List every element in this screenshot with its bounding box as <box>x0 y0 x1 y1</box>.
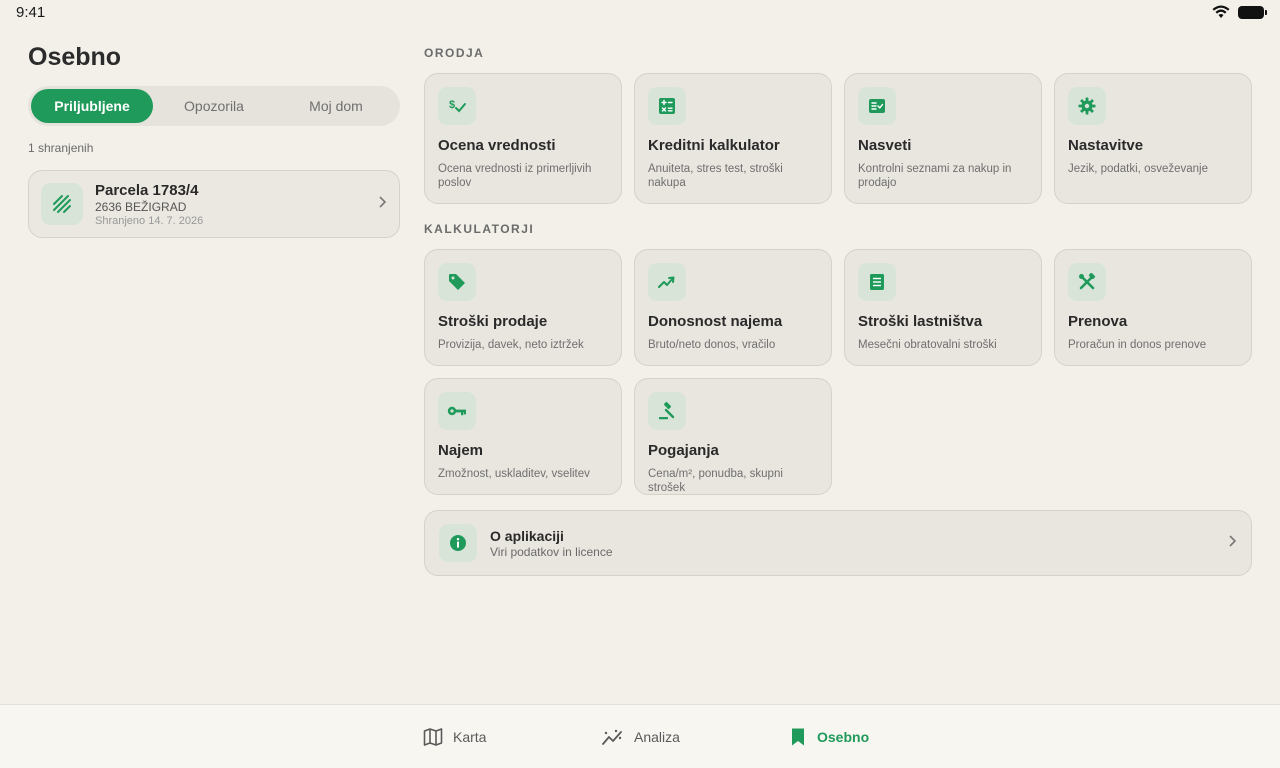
calc-card-subtitle: Zmožnost, uskladitev, vselitev <box>438 468 590 480</box>
nav-item-karta[interactable]: Karta <box>423 705 486 768</box>
parcel-hatch-icon <box>41 183 83 225</box>
receipt-icon <box>858 263 896 301</box>
section-label-tools: ORODJA <box>424 46 485 60</box>
calc-card-subtitle: Cena/m², ponudba, skupni strošek <box>648 468 783 494</box>
calc-card-subtitle: Provizija, davek, neto iztržek <box>438 339 584 351</box>
battery-icon <box>1238 5 1267 19</box>
saved-item-date: Shranjeno 14. 7. 2026 <box>95 214 204 227</box>
saved-item-subtitle: 2636 BEŽIGRAD <box>95 199 187 214</box>
calc-card-title: Donosnost najema <box>648 313 783 330</box>
tool-card-nasveti[interactable]: Nasveti Kontrolni seznami za nakup in pr… <box>844 73 1042 204</box>
calc-card-najem[interactable]: Najem Zmožnost, uskladitev, vselitev <box>424 378 622 495</box>
about-text: O aplikaciji Viri podatkov in licence <box>490 528 1227 559</box>
tools-icon <box>1068 263 1106 301</box>
status-icons <box>1212 5 1267 19</box>
svg-text:$: $ <box>449 99 455 111</box>
tool-card-title: Nasveti <box>858 137 912 154</box>
analytics-icon <box>602 729 622 745</box>
page-title: Osebno <box>28 43 122 71</box>
about-app-row[interactable]: O aplikaciji Viri podatkov in licence <box>424 510 1252 576</box>
tool-card-kreditni-kalkulator[interactable]: Kreditni kalkulator Anuiteta, stres test… <box>634 73 832 204</box>
tool-card-subtitle: Anuiteta, stres test, stroški nakupa <box>648 163 783 189</box>
status-time: 9:41 <box>16 3 46 21</box>
calc-card-stroski-lastnistva[interactable]: Stroški lastništva Mesečni obratovalni s… <box>844 249 1042 366</box>
key-icon <box>438 392 476 430</box>
nav-label-analiza: Analiza <box>634 729 680 745</box>
nav-item-osebno[interactable]: Osebno <box>789 705 869 768</box>
calc-card-title: Pogajanja <box>648 442 719 459</box>
checklist-icon <box>858 87 896 125</box>
tab-moj-dom[interactable]: Moj dom <box>275 89 397 123</box>
saved-count: 1 shranjenih <box>28 141 94 155</box>
chevron-right-icon <box>377 195 387 213</box>
saved-item-title: Parcela 1783/4 <box>95 181 199 199</box>
nav-item-analiza[interactable]: Analiza <box>602 705 680 768</box>
bookmark-icon <box>792 728 804 746</box>
saved-item-card[interactable]: Parcela 1783/4 2636 BEŽIGRAD Shranjeno 1… <box>28 170 400 238</box>
about-title: O aplikaciji <box>490 527 564 544</box>
price-check-icon: $ <box>438 87 476 125</box>
tool-card-title: Ocena vrednosti <box>438 137 556 154</box>
bottom-nav: Karta Analiza Osebno <box>0 704 1280 768</box>
map-icon <box>423 728 443 746</box>
calc-card-title: Stroški prodaje <box>438 313 548 330</box>
tool-card-ocena-vrednosti[interactable]: $ Ocena vrednosti Ocena vrednosti iz pri… <box>424 73 622 204</box>
wifi-icon <box>1212 5 1230 18</box>
calc-card-stroski-prodaje[interactable]: Stroški prodaje Provizija, davek, neto i… <box>424 249 622 366</box>
tab-opozorila[interactable]: Opozorila <box>153 89 275 123</box>
saved-item-text: Parcela 1783/4 2636 BEŽIGRAD Shranjeno 1… <box>95 182 377 227</box>
trend-up-icon <box>648 263 686 301</box>
nav-label-osebno: Osebno <box>817 729 870 745</box>
calc-card-title: Prenova <box>1068 313 1128 330</box>
tool-card-subtitle: Ocena vrednosti iz primerljivih poslov <box>438 163 592 189</box>
tab-priljubljene[interactable]: Priljubljene <box>31 89 153 123</box>
gavel-icon <box>648 392 686 430</box>
calc-card-subtitle: Proračun in donos prenove <box>1068 339 1207 351</box>
tool-card-nastavitve[interactable]: Nastavitve Jezik, podatki, osveževanje <box>1054 73 1252 204</box>
calc-card-pogajanja[interactable]: Pogajanja Cena/m², ponudba, skupni stroš… <box>634 378 832 495</box>
left-panel: Osebno Priljubljene Opozorila Moj dom 1 … <box>28 40 400 238</box>
about-subtitle: Viri podatkov in licence <box>490 544 613 559</box>
calc-card-prenova[interactable]: Prenova Proračun in donos prenove <box>1054 249 1252 366</box>
calculator-icon <box>648 87 686 125</box>
segmented-control: Priljubljene Opozorila Moj dom <box>28 86 400 126</box>
tool-card-subtitle: Kontrolni seznami za nakup in prodajo <box>858 163 1012 189</box>
calc-card-title: Stroški lastništva <box>858 313 983 330</box>
tool-card-title: Kreditni kalkulator <box>648 137 780 154</box>
chevron-right-icon <box>1227 534 1237 552</box>
tool-card-title: Nastavitve <box>1068 137 1144 154</box>
section-label-calculators: KALKULATORJI <box>424 222 535 236</box>
calc-card-subtitle: Bruto/neto donos, vračilo <box>648 339 776 351</box>
calc-card-donosnost-najema[interactable]: Donosnost najema Bruto/neto donos, vrači… <box>634 249 832 366</box>
calc-card-subtitle: Mesečni obratovalni stroški <box>858 339 997 351</box>
status-bar: 9:41 <box>0 0 1280 24</box>
info-icon <box>439 524 477 562</box>
tool-card-subtitle: Jezik, podatki, osveževanje <box>1068 163 1208 175</box>
tag-icon <box>438 263 476 301</box>
nav-label-karta: Karta <box>453 729 487 745</box>
calc-card-title: Najem <box>438 442 484 459</box>
gear-icon <box>1068 87 1106 125</box>
